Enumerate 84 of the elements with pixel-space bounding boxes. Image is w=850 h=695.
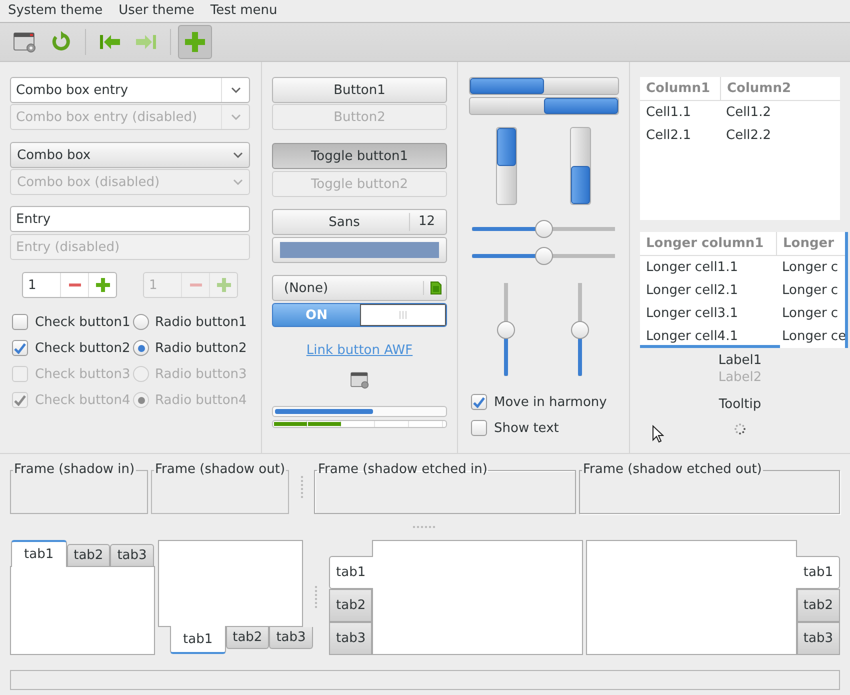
checkbox[interactable]: [12, 314, 28, 330]
check-label: Check button4: [35, 392, 130, 408]
table-cell-text: Longer ce: [781, 329, 845, 344]
table-cell-text: Longer cell1.1: [645, 260, 739, 275]
tab[interactable]: tab2: [226, 627, 270, 649]
table-cell-text: Longer c: [781, 283, 840, 298]
chevron-down-icon: [230, 114, 240, 120]
table-cell-text: Cell2.2: [725, 128, 772, 143]
check-mark-icon: [14, 394, 26, 406]
pointer-icon: [652, 425, 664, 443]
check-label: Move in harmony: [494, 394, 607, 410]
table-cell-text: Cell1.2: [725, 105, 772, 120]
color-button[interactable]: [272, 237, 447, 263]
tab[interactable]: tab1: [796, 556, 840, 589]
spinner-icon: [734, 423, 746, 435]
radio-label: Radio button2: [155, 340, 247, 356]
chevron-down-icon: [233, 179, 243, 185]
radio-label: Radio button3: [155, 366, 247, 382]
plus-icon: [94, 277, 110, 293]
frame-label: Frame (shadow out): [154, 462, 286, 478]
tab[interactable]: tab1: [170, 626, 226, 654]
slider-thumb[interactable]: [497, 320, 515, 338]
label: Label1: [718, 352, 762, 369]
radio-button[interactable]: [133, 340, 149, 356]
frame-label: Frame (shadow etched out): [582, 462, 763, 478]
table-cell-text: Cell2.1: [645, 128, 692, 143]
checkbox[interactable]: [12, 340, 28, 356]
checkbox[interactable]: [471, 420, 487, 436]
tab[interactable]: tab1: [329, 556, 373, 589]
chevron-down-icon: [230, 87, 240, 93]
plus-icon: [184, 31, 206, 53]
tab[interactable]: tab3: [797, 622, 840, 655]
table-cell-text: Longer cell4.1: [645, 329, 739, 344]
combo-box[interactable]: Combo box: [10, 142, 250, 168]
tab[interactable]: tab2: [797, 589, 840, 622]
check-mark-icon: [473, 396, 485, 408]
entry-field[interactable]: Entry: [10, 206, 250, 232]
button[interactable]: Button1: [272, 77, 447, 103]
check-label: Check button2: [35, 340, 130, 356]
spin-button[interactable]: 1: [22, 272, 117, 298]
tab[interactable]: tab3: [329, 622, 372, 655]
radio-label: Radio button4: [155, 392, 247, 408]
table-cell-text: Longer cell3.1: [645, 306, 739, 321]
table-cell-text: Longer c: [781, 260, 840, 275]
slider-thumb[interactable]: [571, 320, 589, 338]
document-icon: [430, 281, 442, 295]
plus-icon: [216, 277, 232, 293]
slider-thumb[interactable]: [534, 220, 552, 238]
checkbox[interactable]: [471, 394, 487, 410]
slider-thumb[interactable]: [534, 247, 552, 265]
check-label: Check button1: [35, 314, 130, 330]
file-chooser-button[interactable]: (None): [272, 275, 447, 301]
window-gear-icon: [350, 371, 370, 389]
tab[interactable]: tab3: [110, 544, 154, 566]
arrow-right-bar-icon: [135, 33, 157, 51]
menu-item[interactable]: User theme: [110, 0, 202, 22]
check-label: Show text: [494, 420, 559, 436]
minus-icon: [68, 283, 80, 287]
refresh-icon: [50, 31, 72, 53]
menu-item[interactable]: System theme: [0, 0, 111, 22]
menu-item[interactable]: Test menu: [202, 0, 286, 22]
table-cell-text: Longer cell2.1: [645, 283, 739, 298]
minus-icon: [190, 283, 202, 287]
toggle-button[interactable]: Toggle button1: [272, 143, 447, 169]
arrow-left-bar-icon: [99, 33, 121, 51]
tab[interactable]: tab2: [329, 589, 372, 622]
check-label: Check button3: [35, 366, 130, 382]
tab[interactable]: tab3: [269, 627, 313, 649]
label: Tooltip: [718, 396, 762, 413]
table-cell-text: Longer c: [781, 306, 840, 321]
table-cell-text: Cell1.1: [645, 105, 692, 120]
label: Label2: [718, 369, 762, 386]
font-button[interactable]: Sans 12: [272, 209, 447, 235]
radio-button[interactable]: [133, 314, 149, 330]
check-mark-icon: [14, 342, 26, 354]
radio-label: Radio button1: [155, 314, 247, 330]
combo-box-entry[interactable]: Combo box entry: [10, 77, 250, 103]
frame-label: Frame (shadow etched in): [317, 462, 488, 478]
tab[interactable]: tab1: [11, 540, 67, 567]
window-gear-icon: [13, 31, 37, 53]
chevron-down-icon: [233, 152, 243, 158]
tab[interactable]: tab2: [66, 544, 110, 566]
grip-icon: [398, 311, 408, 319]
frame-label: Frame (shadow in): [13, 462, 136, 478]
